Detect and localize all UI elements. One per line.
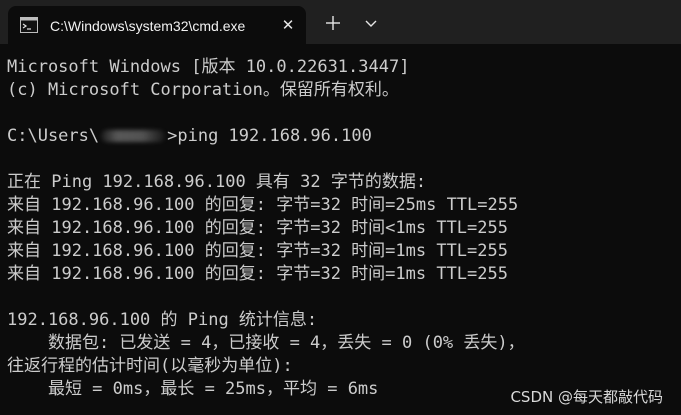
tab-close-button[interactable]: ✕ xyxy=(278,15,298,35)
reply-line: 来自 192.168.96.100 的回复: 字节=32 时间=1ms TTL=… xyxy=(7,241,508,261)
stats-line: 数据包: 已发送 = 4，已接收 = 4，丢失 = 0 (0% 丢失)， xyxy=(7,333,525,353)
ping-header: 正在 Ping 192.168.96.100 具有 32 字节的数据: xyxy=(7,172,427,192)
stats-line: 192.168.96.100 的 Ping 统计信息: xyxy=(7,310,318,330)
reply-line: 来自 192.168.96.100 的回复: 字节=32 时间=1ms TTL=… xyxy=(7,264,508,284)
redacted-username xyxy=(101,130,166,142)
banner-line: Microsoft Windows [版本 10.0.22631.3447] xyxy=(7,57,410,77)
terminal-window: C:\Windows\system32\cmd.exe ✕ Microsoft … xyxy=(0,0,681,415)
prompt-path: C:\Users\ xyxy=(7,126,100,146)
reply-line: 来自 192.168.96.100 的回复: 字节=32 时间=25ms TTL… xyxy=(7,195,519,215)
tab-title: C:\Windows\system32\cmd.exe xyxy=(50,18,246,34)
watermark: CSDN @每天都敲代码 xyxy=(510,388,663,406)
command-line: C:\Users\ >ping 192.168.96.100 xyxy=(7,125,677,148)
chevron-down-icon[interactable] xyxy=(360,13,382,35)
plus-icon[interactable] xyxy=(322,12,344,34)
stats-line: 往返行程的估计时间(以毫秒为单位): xyxy=(7,356,293,376)
tab-cmd[interactable]: C:\Windows\system32\cmd.exe ✕ xyxy=(8,6,306,44)
cmd-icon xyxy=(20,17,38,33)
title-bar: C:\Windows\system32\cmd.exe ✕ xyxy=(0,0,681,44)
reply-line: 来自 192.168.96.100 的回复: 字节=32 时间<1ms TTL=… xyxy=(7,218,508,238)
command-text: >ping 192.168.96.100 xyxy=(167,126,372,146)
banner-line: (c) Microsoft Corporation。保留所有权利。 xyxy=(7,80,399,100)
console-output[interactable]: Microsoft Windows [版本 10.0.22631.3447] (… xyxy=(7,56,677,415)
